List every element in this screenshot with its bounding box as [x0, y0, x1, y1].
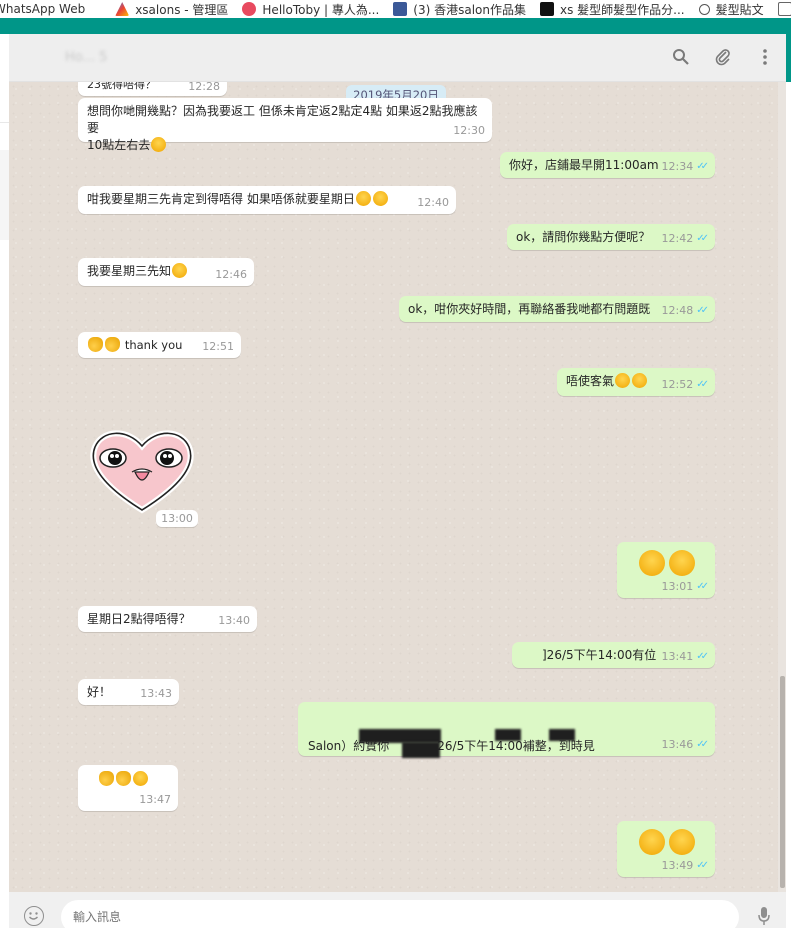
ok-hand-emoji: [99, 771, 114, 786]
bookmark-icon: [777, 2, 791, 16]
read-receipt-icon: ✓✓: [696, 651, 709, 662]
read-receipt-icon: ✓✓: [696, 233, 709, 244]
message-incoming[interactable]: thank you 12:51: [78, 332, 241, 358]
redaction-bar: [402, 742, 440, 758]
read-receipt-icon: ✓✓: [696, 161, 709, 172]
pin-icon: [698, 3, 710, 15]
contact-name[interactable]: Ho... 5: [65, 50, 107, 65]
message-outgoing[interactable]: 13:01 ✓✓: [617, 542, 715, 598]
message-time: 12:52: [661, 378, 694, 391]
compose-bar: [9, 892, 786, 934]
read-receipt-icon: ✓✓: [696, 305, 709, 316]
message-incoming[interactable]: 星期日2點得唔得？ 13:40: [78, 606, 257, 632]
hellotoby-icon: [242, 2, 257, 16]
attach-icon[interactable]: [712, 46, 734, 68]
mic-icon[interactable]: [757, 906, 771, 930]
message-time: 12:34: [661, 160, 694, 173]
hugging-face-emoji: [632, 373, 648, 388]
hugging-face-emoji: [638, 550, 665, 576]
message-time: 13:41: [661, 650, 694, 663]
read-receipt-icon: ✓✓: [696, 739, 709, 750]
message-time: 12:51: [202, 340, 234, 353]
emoji-icon[interactable]: [24, 906, 44, 926]
bookmark-extra[interactable]: [777, 2, 791, 16]
message-time: 13:40: [218, 614, 250, 627]
message-incoming[interactable]: 23號得唔得？ 12:28: [78, 82, 227, 96]
hugging-face-emoji: [668, 550, 695, 576]
message-list[interactable]: 2019年5月20日 23號得唔得？ 12:28 想問你哋開幾點？因為我要返工 …: [9, 82, 778, 892]
bookmark-whatsapp-web[interactable]: WhatsApp Web: [0, 2, 85, 16]
message-outgoing[interactable]: ]26/5下午14:00有位 13:41 ✓✓: [512, 642, 715, 668]
redaction-bar: [495, 729, 521, 741]
weary-face-emoji: [172, 263, 188, 278]
read-receipt-icon: ✓✓: [696, 379, 709, 390]
menu-icon[interactable]: [754, 46, 776, 68]
message-time: 12:40: [417, 196, 449, 209]
message-time: 12:28: [188, 82, 220, 93]
message-time: 12:42: [661, 232, 694, 245]
message-time: 12:46: [215, 268, 247, 281]
bookmarks-bar: WhatsApp Web xsalons - 管理區 HelloToby | 專…: [0, 0, 791, 18]
whatsapp-chat-window: Ho... 5 2019年5月20日 23號得唔得？ 12:28 想問你哋開幾點…: [9, 34, 786, 934]
message-incoming[interactable]: 好！ 13:43: [78, 679, 179, 705]
message-incoming[interactable]: 想問你哋開幾點？因為我要返工 但係未肯定返2點定4點 如果返2點我應該要 10點…: [78, 98, 492, 152]
message-time: 12:30: [453, 124, 485, 137]
app-top-bar: [0, 18, 791, 34]
xs-icon: [540, 2, 554, 16]
bookmark-hair-post[interactable]: 髮型貼文: [698, 1, 764, 18]
chat-list-panel-edge: [0, 34, 9, 928]
bookmark-hellotoby[interactable]: HelloToby | 專人為...: [242, 1, 379, 18]
message-outgoing[interactable]: 你好，店鋪最早開11:00am 12:34 ✓✓: [500, 152, 715, 178]
message-outgoing[interactable]: ok，咁你夾好時間，再聯絡番我哋都冇問題既 12:48 ✓✓: [399, 296, 715, 322]
message-incoming[interactable]: 13:47: [78, 765, 178, 811]
hugging-face-emoji: [615, 373, 631, 388]
bookmark-facebook[interactable]: (3) 香港salon作品集: [393, 1, 526, 18]
weary-face-emoji: [355, 191, 371, 206]
message-time: 13:01: [661, 580, 694, 593]
xsalons-icon: [115, 2, 130, 16]
message-incoming[interactable]: 我要星期三先知 12:46: [78, 258, 254, 286]
message-time: 13:00: [156, 510, 198, 527]
message-outgoing[interactable]: ok，請問你幾點方便呢？ 12:42 ✓✓: [507, 224, 715, 250]
weary-face-emoji: [372, 191, 388, 206]
message-outgoing[interactable]: 13:49 ✓✓: [617, 821, 715, 877]
ok-hand-emoji: [88, 337, 103, 352]
search-icon[interactable]: [670, 46, 692, 68]
message-time: 13:46: [661, 738, 694, 751]
message-outgoing[interactable]: 唔使客氣 12:52 ✓✓: [557, 368, 715, 396]
read-receipt-icon: ✓✓: [696, 581, 709, 592]
ok-hand-emoji: [116, 771, 131, 786]
confused-face-emoji: [151, 137, 167, 152]
facebook-icon: [393, 2, 408, 16]
chat-header: Ho... 5: [9, 34, 786, 82]
message-input[interactable]: [61, 900, 739, 934]
message-time: 13:49: [661, 859, 694, 872]
redaction-bar: [359, 729, 441, 743]
ok-hand-emoji: [105, 337, 120, 352]
redaction-bar: [549, 729, 575, 741]
message-time: 12:48: [661, 304, 694, 317]
hugging-face-emoji: [638, 829, 665, 855]
tongue-out-emoji: [133, 771, 148, 786]
pink-heart-face-sticker[interactable]: [87, 422, 197, 516]
hugging-face-emoji: [668, 829, 695, 855]
chat-scrollbar[interactable]: [778, 82, 786, 892]
scrollbar-thumb[interactable]: [780, 676, 785, 888]
message-time: 13:47: [139, 793, 171, 806]
message-incoming[interactable]: 咁我要星期三先肯定到得唔得 如果唔係就要星期日 12:40: [78, 186, 456, 214]
message-time: 13:43: [140, 687, 172, 700]
bookmark-xs[interactable]: xs 髮型師髮型作品分...: [540, 1, 685, 18]
read-receipt-icon: ✓✓: [696, 860, 709, 871]
bookmark-xsalons[interactable]: xsalons - 管理區: [115, 1, 228, 18]
